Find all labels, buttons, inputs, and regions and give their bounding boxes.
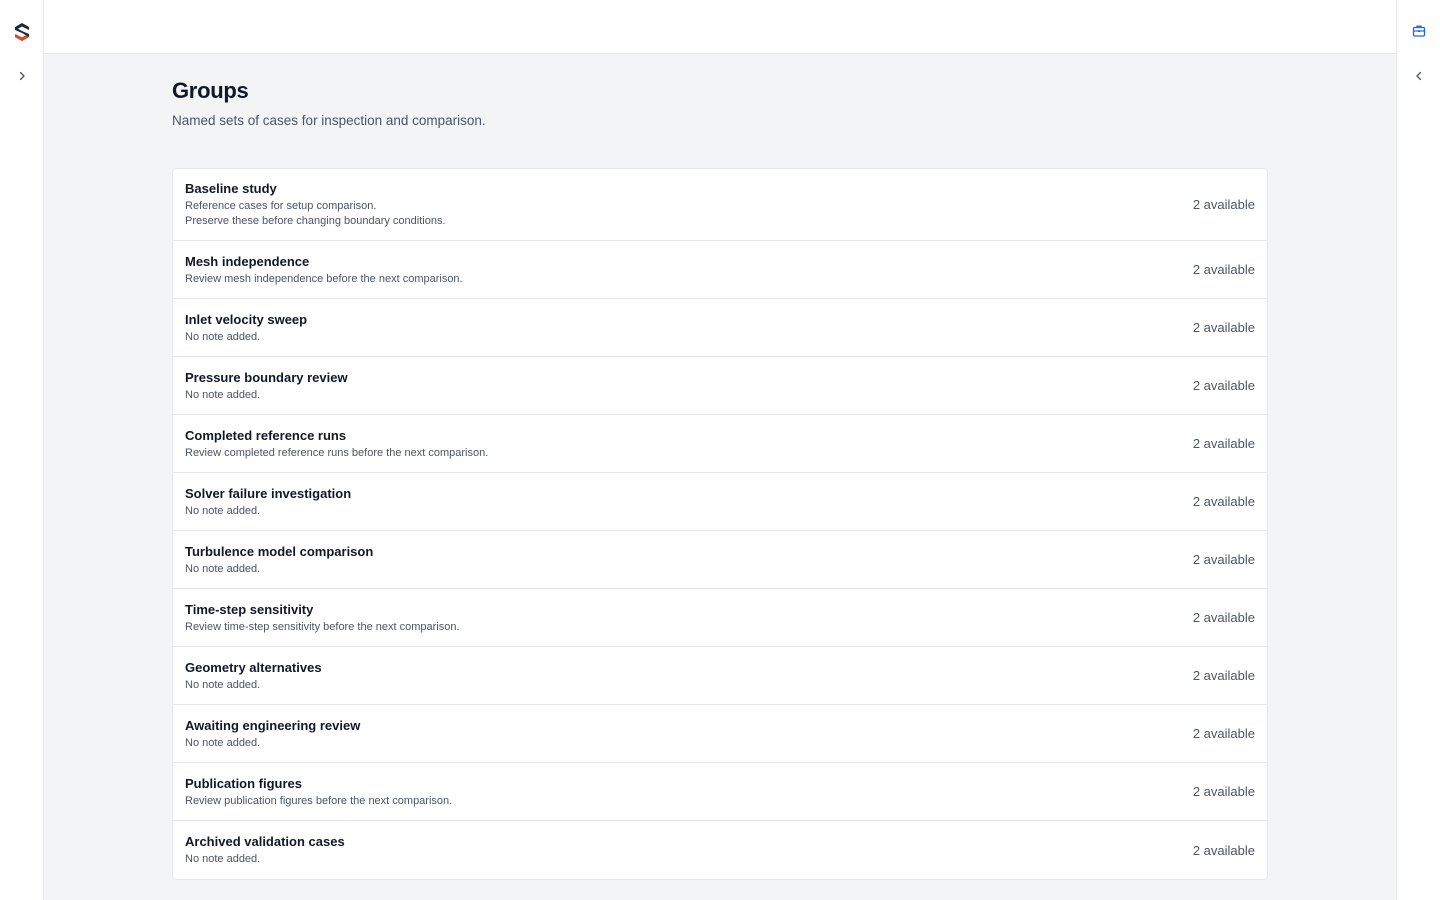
group-row-solver-failure-investigation[interactable]: Solver failure investigation No note add…	[173, 473, 1267, 531]
group-row-turbulence-model-comparison[interactable]: Turbulence model comparison No note adde…	[173, 531, 1267, 589]
group-count: 2 available	[1192, 320, 1255, 335]
group-row-geometry-alternatives[interactable]: Geometry alternatives No note added. 2 a…	[173, 647, 1267, 705]
group-count: 2 available	[1192, 494, 1255, 509]
group-row-publication-figures[interactable]: Publication figures Review publication f…	[173, 763, 1267, 821]
group-note: Review mesh independence before the next…	[185, 272, 463, 285]
group-text: Time-step sensitivity Review time-step s…	[185, 601, 460, 635]
group-name: Turbulence model comparison	[185, 543, 374, 559]
group-name: Solver failure investigation	[185, 485, 352, 501]
chevron-left-icon	[1416, 71, 1422, 81]
group-note: Review time-step sensitivity before the …	[185, 620, 460, 633]
group-note: Review publication figures before the ne…	[185, 794, 453, 807]
group-row-awaiting-engineering-review[interactable]: Awaiting engineering review No note adde…	[173, 705, 1267, 763]
group-note: No note added.	[185, 504, 261, 517]
group-note: Preserve these before changing boundary …	[185, 215, 446, 227]
brand-logo-icon[interactable]	[12, 22, 32, 42]
group-name: Awaiting engineering review	[185, 717, 361, 733]
group-count: 2 available	[1192, 262, 1255, 277]
group-name: Time-step sensitivity	[185, 601, 314, 617]
group-list: Baseline study Reference cases for setup…	[172, 168, 1268, 880]
group-name: Completed reference runs	[185, 427, 347, 443]
group-text: Solver failure investigation No note add…	[185, 485, 351, 519]
chevron-right-icon	[19, 71, 25, 81]
group-text: Completed reference runs Review complete…	[185, 427, 488, 461]
group-count: 2 available	[1192, 552, 1255, 567]
main-content: Groups Named sets of cases for inspectio…	[44, 54, 1396, 900]
group-name: Publication figures	[185, 775, 303, 791]
group-text: Inlet velocity sweep No note added.	[185, 311, 307, 345]
page-subtitle: Named sets of cases for inspection and c…	[172, 113, 486, 128]
group-note: No note added.	[185, 388, 261, 401]
group-text: Mesh independence Review mesh independen…	[185, 253, 463, 287]
group-count: 2 available	[1192, 784, 1255, 799]
top-bar	[44, 0, 1396, 54]
group-row-archived-validation-cases[interactable]: Archived validation cases No note added.…	[173, 821, 1267, 879]
group-text: Publication figures Review publication f…	[185, 775, 452, 809]
group-row-inlet-velocity-sweep[interactable]: Inlet velocity sweep No note added. 2 av…	[173, 299, 1267, 357]
group-name: Mesh independence	[185, 253, 310, 269]
group-note: No note added.	[185, 678, 261, 691]
group-note: Review completed reference runs before t…	[185, 446, 489, 459]
toolbox-button[interactable]	[1405, 17, 1433, 45]
group-name: Archived validation cases	[185, 834, 345, 849]
group-note: Reference cases for setup comparison.	[185, 200, 377, 212]
group-note: No note added.	[185, 853, 261, 865]
group-count: 2 available	[1192, 610, 1255, 625]
group-count: 2 available	[1192, 726, 1255, 741]
group-note: No note added.	[185, 562, 261, 575]
group-count: 2 available	[1192, 668, 1255, 683]
collapse-panel-button[interactable]	[1405, 62, 1433, 90]
group-text: Geometry alternatives No note added.	[185, 659, 322, 693]
group-row-time-step-sensitivity[interactable]: Time-step sensitivity Review time-step s…	[173, 589, 1267, 647]
group-note: No note added.	[185, 736, 261, 749]
group-row-baseline-study[interactable]: Baseline study Reference cases for setup…	[173, 169, 1267, 241]
group-text: Archived validation cases No note added.	[185, 833, 345, 867]
group-row-pressure-boundary-review[interactable]: Pressure boundary review No note added. …	[173, 357, 1267, 415]
group-row-completed-reference-runs[interactable]: Completed reference runs Review complete…	[173, 415, 1267, 473]
group-count: 2 available	[1192, 842, 1255, 858]
page-title: Groups	[172, 78, 249, 103]
left-rail	[0, 0, 44, 900]
group-row-mesh-independence[interactable]: Mesh independence Review mesh independen…	[173, 241, 1267, 299]
app-window: Groups Named sets of cases for inspectio…	[0, 0, 1440, 900]
toolbox-icon	[1412, 25, 1426, 37]
group-text: Turbulence model comparison No note adde…	[185, 543, 373, 577]
group-text: Pressure boundary review No note added.	[185, 369, 348, 403]
expand-sidebar-button[interactable]	[8, 62, 36, 90]
group-name: Baseline study	[185, 181, 277, 196]
group-count: 2 available	[1192, 378, 1255, 393]
group-name: Inlet velocity sweep	[185, 311, 308, 327]
group-name: Geometry alternatives	[185, 659, 322, 675]
group-count: 2 available	[1192, 197, 1255, 212]
group-text: Baseline study Reference cases for setup…	[185, 180, 446, 229]
groups-page: Groups Named sets of cases for inspectio…	[172, 54, 1268, 880]
right-rail	[1396, 0, 1440, 900]
group-note: No note added.	[185, 330, 261, 343]
group-text: Awaiting engineering review No note adde…	[185, 717, 360, 751]
group-name: Pressure boundary review	[185, 369, 348, 385]
group-count: 2 available	[1192, 436, 1255, 451]
